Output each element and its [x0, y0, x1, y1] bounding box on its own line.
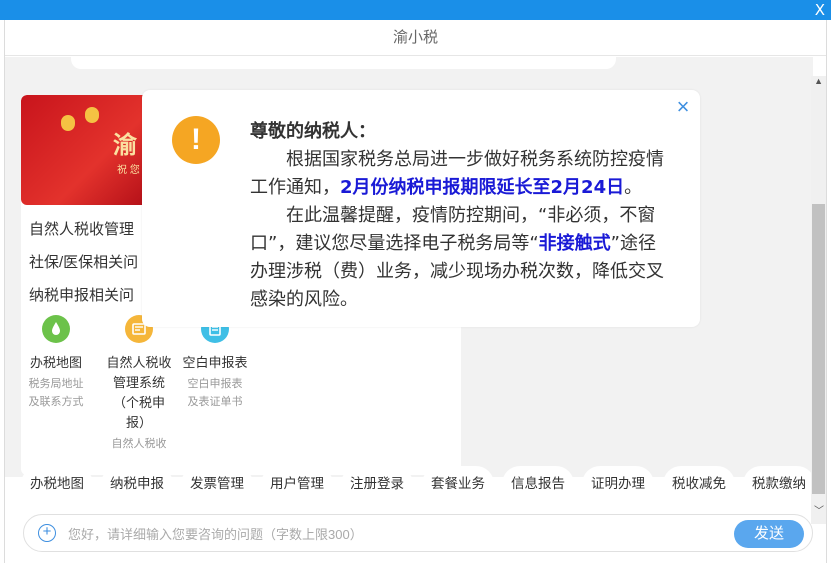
quick-button[interactable]: 证明办理 [582, 466, 654, 502]
previous-message-bubble [71, 57, 616, 69]
banner-subtitle: 祝 您 [117, 165, 140, 176]
lantern-icon [61, 115, 75, 131]
quick-button[interactable]: 纳税申报 [101, 466, 173, 502]
service-desc: 自然人税收 [111, 438, 167, 450]
notice-text: 。 [624, 177, 643, 198]
scroll-up-icon[interactable]: ▲ [814, 76, 823, 86]
banner-title: 渝 [113, 132, 137, 159]
send-button[interactable]: 发送 [734, 520, 804, 548]
chat-window: 渝小税 渝 祝 您 自然人税收管理 社保/医保相关问 纳税申报相关问 办税地图 … [4, 20, 827, 563]
service-natural-person-tax[interactable]: 自然人税收管理系统（个税申报） 自然人税收 [99, 315, 179, 453]
message-input[interactable] [68, 521, 688, 547]
chevron-down-icon[interactable]: ﹀ [814, 502, 824, 517]
notice-highlight: 非接触式 [538, 233, 611, 254]
service-name: 办税地图 [29, 355, 82, 370]
quick-button[interactable]: 套餐业务 [422, 466, 494, 502]
notice-content: 尊敬的纳税人： 根据国家税务总局进一步做好税务系统防控疫情工作通知，2月份纳税申… [250, 118, 670, 314]
quick-button[interactable]: 税收减免 [663, 466, 735, 502]
faq-link[interactable]: 纳税申报相关问 [29, 279, 138, 312]
warning-icon: ! [172, 116, 220, 164]
scrollbar-thumb[interactable] [812, 204, 825, 494]
quick-button[interactable]: 办税地图 [21, 466, 93, 502]
add-icon[interactable]: + [38, 524, 56, 542]
message-input-bar: + 发送 [23, 514, 813, 552]
quick-button[interactable]: 发票管理 [181, 466, 253, 502]
notice-greeting: 尊敬的纳税人： [250, 121, 376, 142]
window-top-bar: X [0, 0, 831, 20]
chat-scrollbar[interactable]: ▲ ﹀ [811, 76, 826, 524]
drop-icon [42, 315, 70, 343]
notice-popup: ! × 尊敬的纳税人： 根据国家税务总局进一步做好税务系统防控疫情工作通知，2月… [142, 90, 700, 327]
service-desc: 税务局地址及联系方式 [28, 378, 84, 408]
window-close-button[interactable]: X [815, 0, 825, 20]
quick-button-bar: 办税地图 纳税申报 发票管理 用户管理 注册登录 套餐业务 信息报告 证明办理 … [21, 466, 821, 502]
lantern-icon [85, 107, 99, 123]
quick-button[interactable]: 注册登录 [341, 466, 413, 502]
notice-paragraph-1: 根据国家税务总局进一步做好税务系统防控疫情工作通知，2月份纳税申报期限延长至2月… [250, 146, 670, 202]
faq-link[interactable]: 自然人税收管理 [29, 213, 138, 246]
quick-button[interactable]: 信息报告 [502, 466, 574, 502]
faq-link[interactable]: 社保/医保相关问 [29, 246, 138, 279]
promo-banner[interactable]: 渝 祝 您 [21, 95, 151, 205]
quick-button[interactable]: 税款缴纳 [743, 466, 815, 502]
service-desc: 空白申报表及表证单书 [187, 378, 243, 408]
quick-button[interactable]: 用户管理 [261, 466, 333, 502]
notice-highlight: 2月份纳税申报期限延长至2月24日 [340, 177, 625, 198]
popup-close-icon[interactable]: × [672, 96, 694, 118]
service-name: 空白申报表 [182, 355, 248, 370]
service-name: 自然人税收管理系统（个税申报） [106, 355, 172, 430]
window-title: 渝小税 [5, 20, 826, 56]
notice-paragraph-2: 在此温馨提醒，疫情防控期间，“非必须，不窗口”，建议您尽量选择电子税务局等“非接… [250, 202, 670, 314]
service-tax-map[interactable]: 办税地图 税务局地址及联系方式 [21, 315, 96, 411]
service-icon-row: 办税地图 税务局地址及联系方式 自然人税收管理系统（个税申报） 自然人税收 空白… [21, 315, 281, 475]
service-blank-forms[interactable]: 空白申报表 空白申报表及表证单书 [175, 315, 255, 411]
faq-link-list: 自然人税收管理 社保/医保相关问 纳税申报相关问 [29, 213, 138, 312]
